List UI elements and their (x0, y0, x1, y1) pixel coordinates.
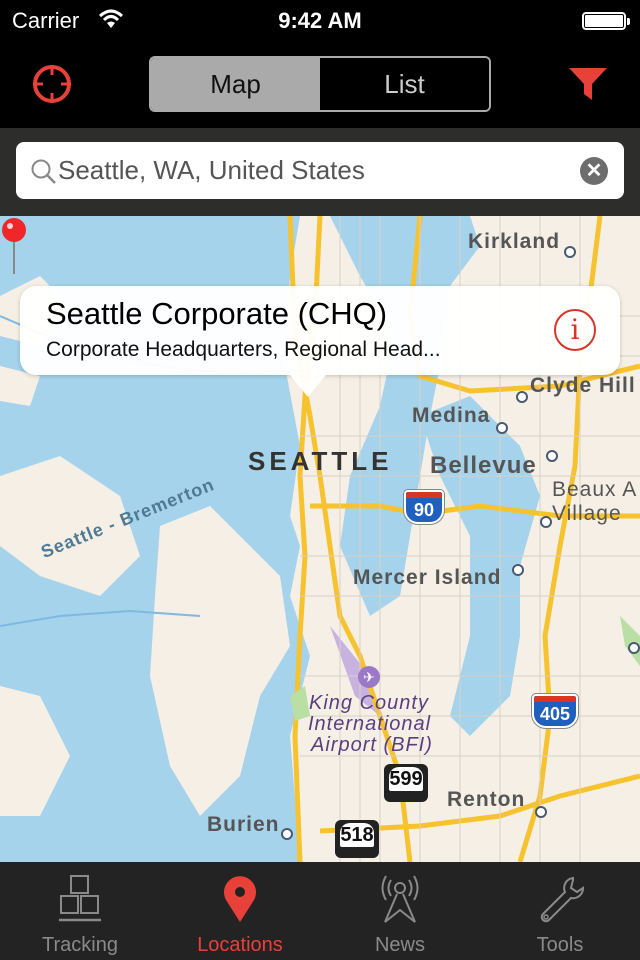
tab-tools[interactable]: Tools (480, 862, 640, 960)
search-input[interactable] (58, 150, 558, 190)
location-callout[interactable]: Seattle Corporate (CHQ) Corporate Headqu… (20, 286, 620, 397)
city-marker (564, 246, 576, 258)
city-marker (512, 564, 524, 576)
map-label-beaux-arts: Beaux A (552, 478, 638, 501)
callout-subtitle: Corporate Headquarters, Regional Head... (46, 338, 441, 361)
map-label-clyde-hill: Clyde Hill (530, 374, 636, 397)
map-label-village: Village (552, 502, 622, 525)
wrench-icon (540, 876, 585, 923)
map-label-mercer-island: Mercer Island (353, 566, 502, 589)
close-icon: ✕ (585, 160, 603, 182)
city-marker (535, 806, 547, 818)
tab-bar: Tracking Locations News Tools (0, 862, 640, 960)
boxes-icon (59, 875, 101, 922)
map-label-airport-3: Airport (BFI) (311, 734, 433, 756)
search-bar: ✕ (0, 128, 640, 216)
status-bar: Carrier 9:42 AM (0, 0, 640, 40)
map-label-kirkland: Kirkland (468, 230, 561, 253)
search-icon (31, 159, 56, 184)
battery-icon (582, 12, 630, 30)
map-pin-icon (224, 876, 256, 922)
map-label-bellevue: Bellevue (430, 452, 537, 479)
tab-label: Tools (536, 934, 584, 956)
map-label-renton: Renton (447, 788, 526, 811)
city-marker (496, 422, 508, 434)
city-marker (628, 642, 640, 654)
tab-label: Locations (197, 934, 283, 956)
city-marker (516, 391, 528, 403)
map-pin-marker[interactable] (0, 216, 28, 276)
state-route-518-shield: 518 (335, 820, 379, 858)
city-marker (281, 828, 293, 840)
info-icon: i (570, 313, 580, 346)
navigation-bar: Map List (0, 40, 640, 128)
tab-locations[interactable]: Locations (160, 862, 320, 960)
map-label-burien: Burien (207, 813, 280, 836)
crosshair-locate-icon[interactable] (30, 62, 74, 106)
tab-tracking[interactable]: Tracking (0, 862, 160, 960)
map-view[interactable]: Kirkland Clyde Hill Medina SEATTLE Belle… (0, 216, 640, 862)
clock: 9:42 AM (278, 8, 362, 33)
map-label-seattle: SEATTLE (248, 446, 393, 476)
map-label-airport-1: King County (309, 692, 429, 714)
map-label-airport-2: International (308, 713, 432, 735)
tab-label: Tracking (42, 934, 118, 956)
map-list-segmented-control[interactable]: Map List (149, 56, 491, 112)
city-marker (546, 450, 558, 462)
callout-title: Seattle Corporate (CHQ) (46, 296, 388, 331)
tab-label: News (374, 934, 425, 956)
search-field[interactable]: ✕ (16, 142, 624, 199)
segment-map[interactable]: Map (151, 58, 320, 110)
interstate-405-shield: 405 (532, 694, 578, 728)
filter-icon[interactable] (568, 66, 608, 102)
tab-news[interactable]: News (320, 862, 480, 960)
state-route-599-shield: 599 (384, 764, 428, 802)
airport-icon: ✈ (358, 666, 380, 688)
info-button[interactable]: i (554, 309, 596, 351)
interstate-90-shield: 90 (404, 490, 444, 524)
segment-list[interactable]: List (320, 58, 489, 110)
broadcast-tower-icon (381, 875, 419, 923)
map-label-medina: Medina (412, 404, 491, 427)
clear-search-button[interactable]: ✕ (580, 157, 608, 185)
city-marker (540, 516, 552, 528)
